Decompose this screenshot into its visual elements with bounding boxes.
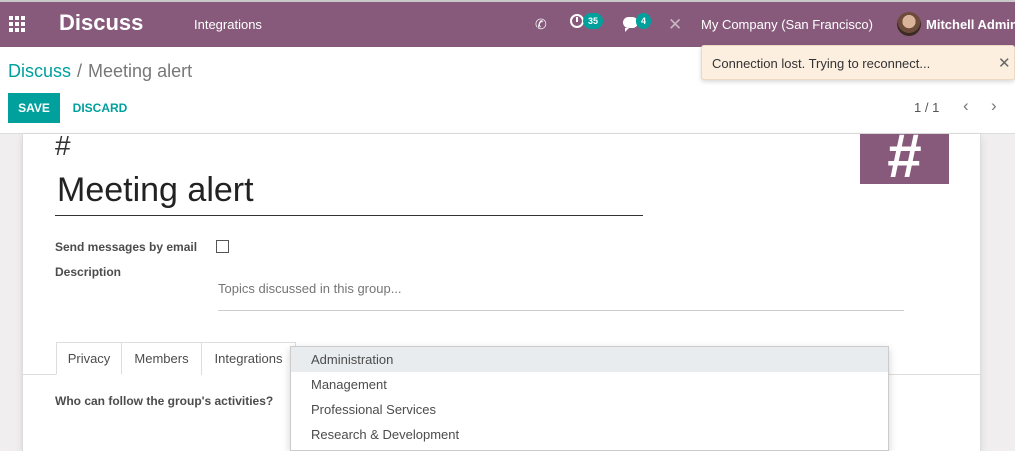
user-menu[interactable]: Mitchell Admin <box>926 17 1015 32</box>
channel-name-field[interactable]: Meeting alert <box>55 168 643 216</box>
chevron-right-icon[interactable]: › <box>991 96 997 116</box>
dropdown-item-research-development[interactable]: Research & Development <box>291 422 888 447</box>
message-count-badge: 4 <box>636 13 652 29</box>
discard-button[interactable]: DISCARD <box>66 93 134 123</box>
notification-message: Connection lost. Trying to reconnect... <box>712 56 931 71</box>
debug-tools-icon[interactable]: ✕ <box>668 15 682 35</box>
autocomplete-dropdown: Administration Management Professional S… <box>290 346 889 451</box>
breadcrumb-separator: / <box>77 61 83 81</box>
app-brand[interactable]: Discuss <box>59 10 143 36</box>
tab-privacy[interactable]: Privacy <box>56 342 122 375</box>
user-avatar[interactable] <box>897 12 921 36</box>
dropdown-item-administration[interactable]: Administration <box>291 347 888 372</box>
follow-activities-label: Who can follow the group's activities? <box>55 394 274 408</box>
dropdown-item-management[interactable]: Management <box>291 372 888 397</box>
dropdown-item-professional-services[interactable]: Professional Services <box>291 397 888 422</box>
channel-hash-symbol: # <box>55 130 71 161</box>
menu-item-integrations[interactable]: Integrations <box>194 17 262 32</box>
company-switcher[interactable]: My Company (San Francisco) <box>701 17 873 32</box>
send-email-checkbox[interactable] <box>216 240 229 253</box>
breadcrumb: Discuss / Meeting alert <box>8 61 192 82</box>
top-navbar: Discuss Integrations ✆ 35 4 ✕ My Company… <box>0 0 1015 47</box>
breadcrumb-current: Meeting alert <box>88 61 193 81</box>
send-email-label: Send messages by email <box>55 240 198 254</box>
description-input[interactable] <box>218 260 904 311</box>
save-button[interactable]: SAVE <box>8 93 60 123</box>
chevron-left-icon[interactable]: ‹ <box>963 96 969 116</box>
apps-menu-icon[interactable] <box>9 16 27 32</box>
tab-members[interactable]: Members <box>122 342 202 375</box>
description-label: Description <box>55 265 122 279</box>
phone-icon[interactable]: ✆ <box>535 16 547 33</box>
tab-integrations[interactable]: Integrations <box>202 342 296 375</box>
close-icon[interactable]: ✕ <box>998 54 1011 72</box>
channel-image[interactable]: # <box>860 134 949 184</box>
activity-count-badge: 35 <box>583 13 604 29</box>
activity-clock-icon[interactable] <box>570 14 584 28</box>
connection-notification: Connection lost. Trying to reconnect... … <box>701 45 1015 80</box>
breadcrumb-discuss-link[interactable]: Discuss <box>8 61 71 81</box>
pager-value[interactable]: 1 / 1 <box>914 100 939 115</box>
